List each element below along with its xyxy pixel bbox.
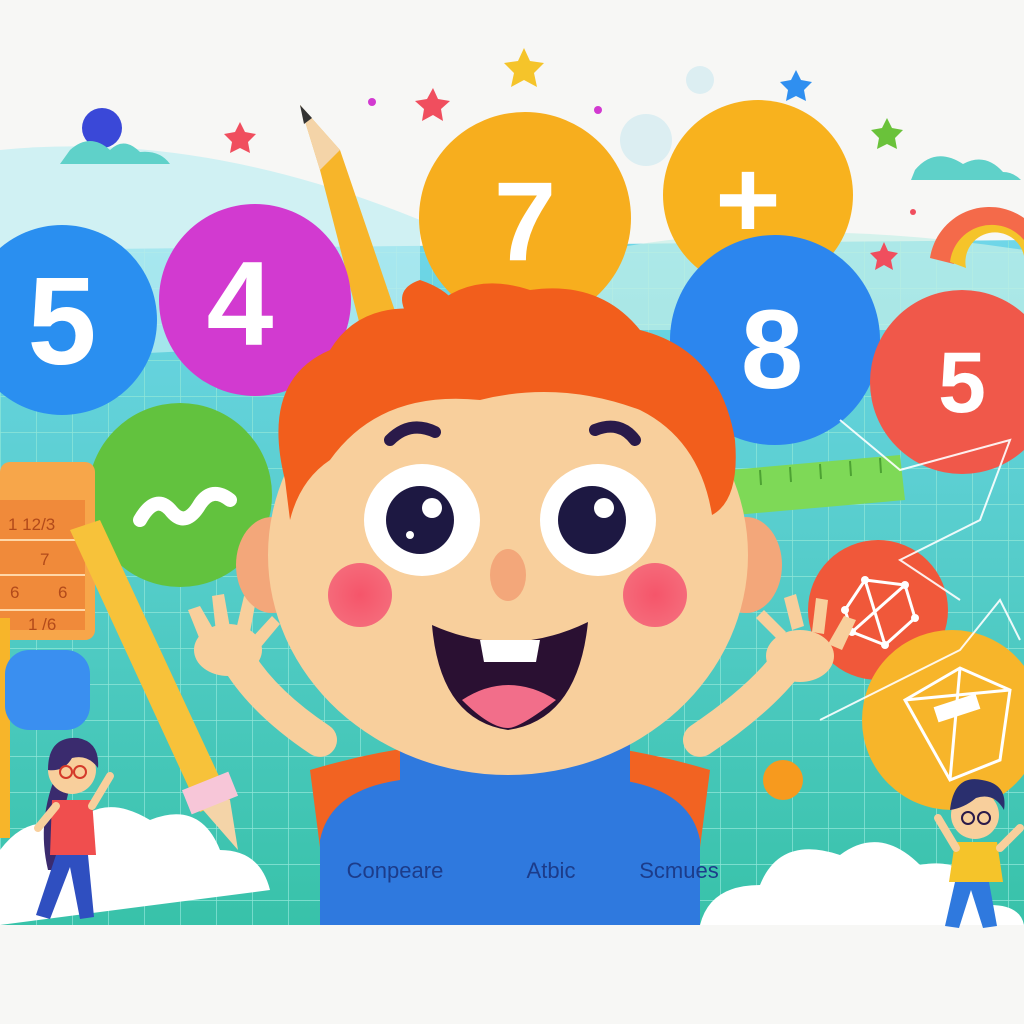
svg-text:5: 5 bbox=[28, 253, 97, 391]
calculator-label: 1 /6 bbox=[28, 615, 56, 634]
svg-text:5: 5 bbox=[938, 335, 986, 431]
label-scmues: Scmues bbox=[639, 858, 718, 883]
orange-dot bbox=[763, 760, 803, 800]
svg-text:4: 4 bbox=[207, 237, 274, 371]
calculator-label: 6 bbox=[10, 583, 19, 602]
svg-text:7: 7 bbox=[494, 159, 556, 284]
calculator-label: 6 bbox=[58, 583, 67, 602]
label-compare: Conpeare bbox=[347, 858, 444, 883]
svg-text:8: 8 bbox=[741, 287, 803, 412]
calculator-label: 7 bbox=[40, 550, 49, 569]
label-atbic: Atbic bbox=[527, 858, 576, 883]
illustration-scene: 5 4 7 + 8 5 1 12/3 7 6 6 1 /6 Conpeare A… bbox=[0, 0, 1024, 1024]
illustration-canvas: 5 4 7 + 8 5 1 12/3 7 6 6 1 /6 Conpeare A… bbox=[0, 0, 1024, 1024]
calculator-label: 1 12/3 bbox=[8, 515, 55, 534]
